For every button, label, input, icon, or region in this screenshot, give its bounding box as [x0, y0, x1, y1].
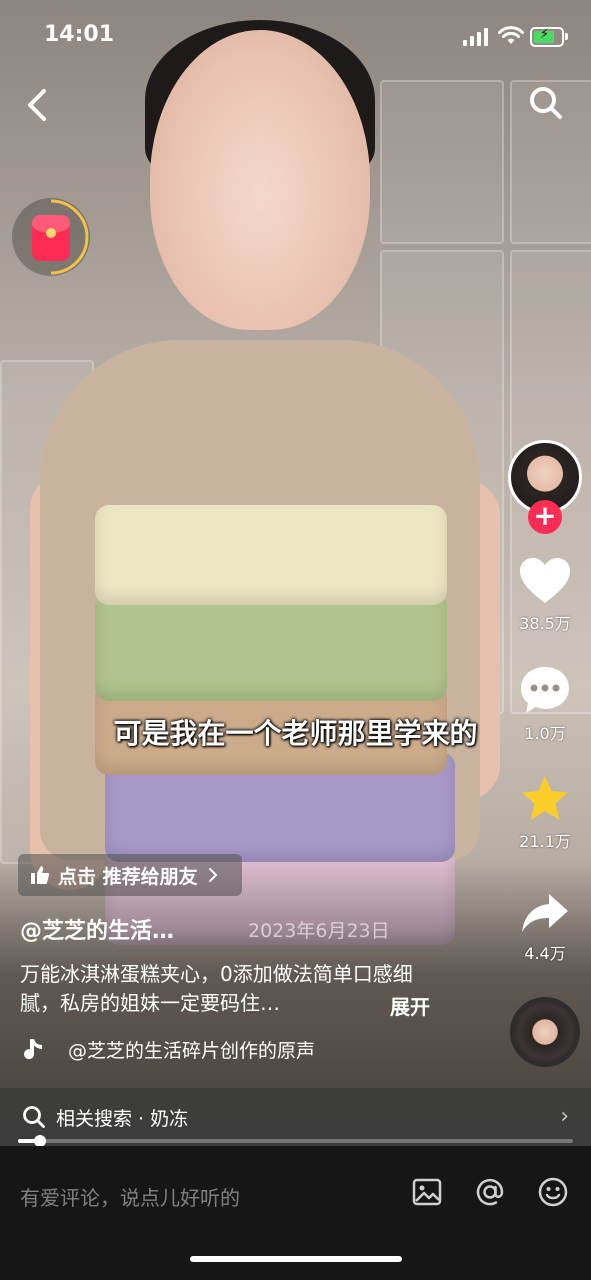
favorite-count: 21.1万 [519, 832, 571, 851]
author-name[interactable]: @芝芝的生活… [20, 913, 174, 945]
status-time: 14:01 [44, 22, 115, 47]
image-icon[interactable] [411, 1176, 443, 1208]
back-icon[interactable] [22, 85, 58, 125]
favorite-button[interactable]: 21.1万 [505, 774, 585, 852]
expand-link[interactable]: 展开 [390, 991, 430, 1020]
red-envelope [32, 215, 70, 261]
cake-layer [95, 505, 447, 605]
music-track[interactable]: @芝芝的生活碎片创作的原声 [20, 1036, 315, 1063]
comment-bar: 有爱评论，说点儿好听的 [0, 1146, 591, 1280]
music-note-icon [24, 1038, 42, 1059]
related-search-label: 相关搜索 · 奶冻 [56, 1107, 189, 1130]
cake-layer [95, 593, 447, 701]
at-icon[interactable] [474, 1176, 506, 1208]
comment-button[interactable]: 1.0万 [505, 664, 585, 744]
comment-count: 1.0万 [524, 724, 566, 743]
red-packet-icon[interactable] [12, 198, 90, 276]
post-description: 万能冰淇淋蛋糕夹心，0添加做法简单口感细腻，私房的姐妹一定要码住… [20, 962, 413, 1015]
chevron-right-icon: › [560, 1104, 569, 1129]
recommend-label: 点击 推荐给朋友 [58, 865, 198, 888]
comment-input[interactable]: 有爱评论，说点儿好听的 [20, 1182, 240, 1211]
post-date: 2023年6月23日 [248, 920, 390, 942]
like-count: 38.5万 [519, 614, 571, 633]
emoji-icon[interactable] [537, 1176, 569, 1208]
thumb-up-icon [31, 866, 50, 884]
share-count: 4.4万 [524, 944, 566, 963]
comment-icon [521, 667, 569, 713]
signal-icon [463, 28, 489, 46]
follow-button[interactable]: + [528, 500, 562, 534]
battery-icon: ⚡ [530, 27, 568, 47]
related-search-bar[interactable]: 相关搜索 · 奶冻 › [0, 1088, 591, 1146]
home-indicator [190, 1256, 402, 1262]
share-icon [522, 894, 568, 932]
music-disc[interactable] [510, 997, 580, 1067]
like-button[interactable]: 38.5万 [505, 556, 585, 634]
background-cabinet [380, 80, 504, 244]
status-bar: 14:01 ⚡ [0, 22, 591, 52]
video-caption: 可是我在一个老师那里学来的 [113, 717, 478, 750]
person-face [150, 30, 370, 330]
video-progress-bar[interactable] [18, 1135, 573, 1147]
heart-icon [520, 558, 570, 603]
search-icon[interactable] [528, 85, 564, 121]
wifi-icon [498, 26, 524, 44]
star-icon [522, 776, 568, 820]
search-icon [23, 1106, 45, 1128]
chevron-right-icon [208, 868, 218, 882]
music-title: @芝芝的生活碎片创作的原声 [68, 1040, 316, 1062]
recommend-to-friends-button[interactable]: 点击 推荐给朋友 [18, 854, 242, 896]
share-button[interactable]: 4.4万 [505, 890, 585, 964]
